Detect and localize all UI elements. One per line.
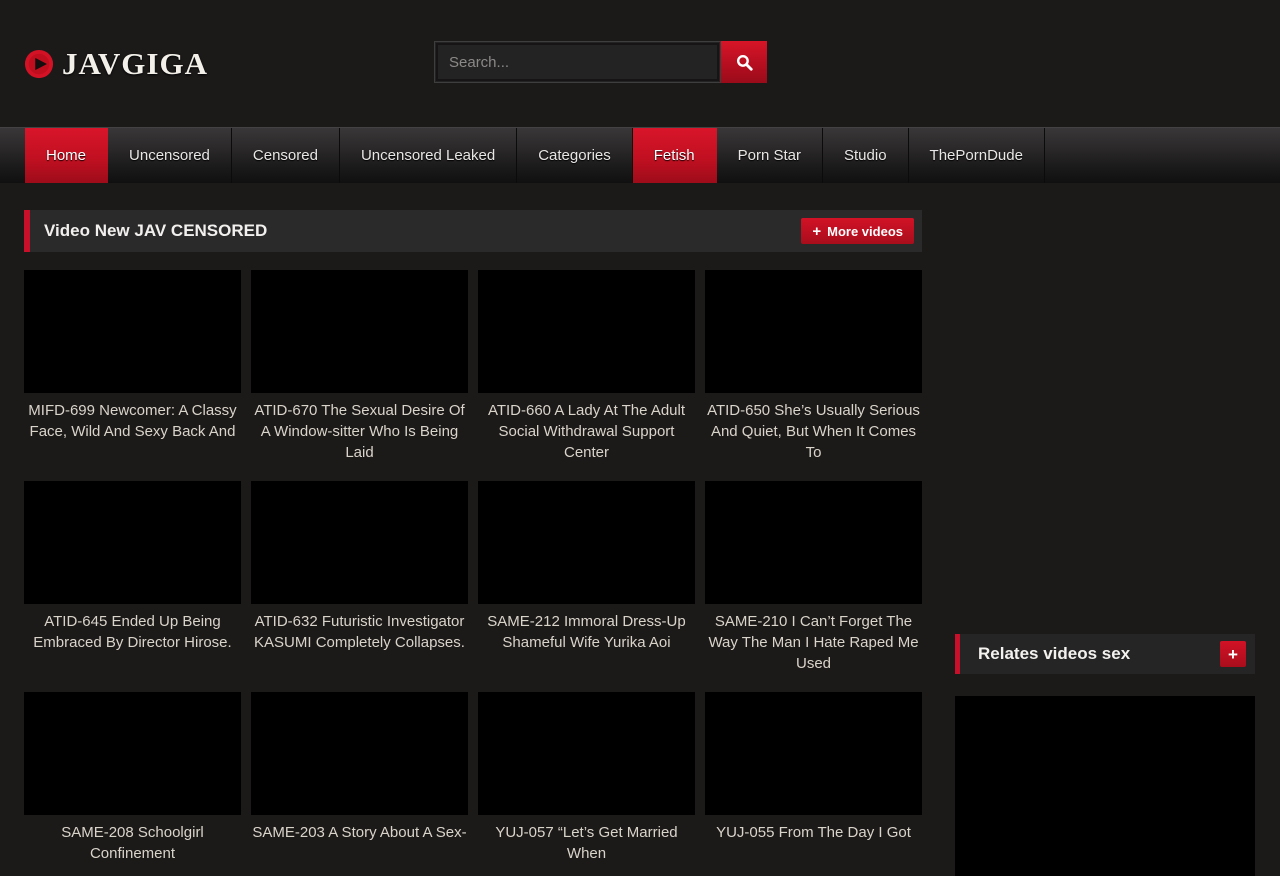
video-title[interactable]: SAME-212 Immoral Dress-Up Shameful Wife … — [478, 611, 695, 653]
video-title[interactable]: SAME-208 Schoolgirl Confinement — [24, 822, 241, 864]
video-card: ATID-660 A Lady At The Adult Social With… — [478, 270, 695, 463]
video-card: ATID-670 The Sexual Desire Of A Window-s… — [251, 270, 468, 463]
section-header: Video New JAV CENSORED + More videos — [24, 210, 922, 252]
nav-item-home[interactable]: Home — [25, 128, 108, 183]
more-videos-button[interactable]: + More videos — [801, 218, 914, 244]
nav-item-uncensored-leaked[interactable]: Uncensored Leaked — [340, 128, 517, 183]
video-thumbnail[interactable] — [251, 481, 468, 604]
nav-item-categories[interactable]: Categories — [517, 128, 633, 183]
sidebar-header: Relates videos sex + — [955, 634, 1255, 674]
video-card: ATID-632 Futuristic Investigator KASUMI … — [251, 481, 468, 674]
video-thumbnail[interactable] — [478, 692, 695, 815]
more-videos-label: More videos — [827, 224, 903, 239]
nav-item-porn-star[interactable]: Porn Star — [717, 128, 823, 183]
video-card: ATID-650 She’s Usually Serious And Quiet… — [705, 270, 922, 463]
video-card: YUJ-057 “Let’s Get Married When — [478, 692, 695, 864]
video-title[interactable]: YUJ-055 From The Day I Got — [705, 822, 922, 843]
video-card: SAME-210 I Can’t Forget The Way The Man … — [705, 481, 922, 674]
nav-item-uncensored[interactable]: Uncensored — [108, 128, 232, 183]
nav-item-censored[interactable]: Censored — [232, 128, 340, 183]
video-grid: MIFD-699 Newcomer: A Classy Face, Wild A… — [24, 270, 922, 864]
video-thumbnail[interactable] — [478, 270, 695, 393]
search-button[interactable] — [721, 41, 767, 83]
video-title[interactable]: YUJ-057 “Let’s Get Married When — [478, 822, 695, 864]
related-video-thumbnail[interactable] — [955, 696, 1255, 876]
video-card: ATID-645 Ended Up Being Embraced By Dire… — [24, 481, 241, 674]
video-thumbnail[interactable] — [24, 692, 241, 815]
plus-icon: + — [1228, 646, 1238, 663]
nav-item-theporndude[interactable]: ThePornDude — [909, 128, 1045, 183]
nav-item-studio[interactable]: Studio — [823, 128, 909, 183]
site-title: JAVGIGA — [62, 46, 208, 82]
search-input[interactable] — [434, 41, 721, 83]
video-title[interactable]: MIFD-699 Newcomer: A Classy Face, Wild A… — [24, 400, 241, 442]
video-title[interactable]: ATID-650 She’s Usually Serious And Quiet… — [705, 400, 922, 463]
plus-icon: + — [812, 224, 821, 239]
video-title[interactable]: ATID-645 Ended Up Being Embraced By Dire… — [24, 611, 241, 653]
sidebar: Relates videos sex + — [955, 634, 1255, 876]
sidebar-expand-button[interactable]: + — [1220, 641, 1246, 667]
nav-item-fetish[interactable]: Fetish — [633, 128, 717, 183]
video-thumbnail[interactable] — [24, 270, 241, 393]
video-title[interactable]: SAME-203 A Story About A Sex- — [251, 822, 468, 843]
video-card: SAME-203 A Story About A Sex- — [251, 692, 468, 864]
video-title[interactable]: ATID-670 The Sexual Desire Of A Window-s… — [251, 400, 468, 463]
video-title[interactable]: SAME-210 I Can’t Forget The Way The Man … — [705, 611, 922, 674]
video-thumbnail[interactable] — [705, 692, 922, 815]
video-thumbnail[interactable] — [251, 270, 468, 393]
magnifier-icon — [735, 53, 754, 72]
video-card: SAME-208 Schoolgirl Confinement — [24, 692, 241, 864]
section-title: Video New JAV CENSORED — [44, 221, 267, 241]
video-card: YUJ-055 From The Day I Got — [705, 692, 922, 864]
video-title[interactable]: ATID-632 Futuristic Investigator KASUMI … — [251, 611, 468, 653]
video-thumbnail[interactable] — [705, 270, 922, 393]
video-card: SAME-212 Immoral Dress-Up Shameful Wife … — [478, 481, 695, 674]
video-card: MIFD-699 Newcomer: A Classy Face, Wild A… — [24, 270, 241, 463]
video-title[interactable]: ATID-660 A Lady At The Adult Social With… — [478, 400, 695, 463]
logo[interactable]: JAVGIGA — [24, 46, 208, 82]
video-thumbnail[interactable] — [705, 481, 922, 604]
main-content: Video New JAV CENSORED + More videos MIF… — [24, 210, 922, 864]
play-circle-icon — [24, 49, 54, 79]
sidebar-title: Relates videos sex — [978, 644, 1220, 664]
video-thumbnail[interactable] — [24, 481, 241, 604]
main-nav: Home Uncensored Censored Uncensored Leak… — [0, 127, 1280, 183]
search-bar — [434, 41, 767, 83]
video-thumbnail[interactable] — [478, 481, 695, 604]
video-thumbnail[interactable] — [251, 692, 468, 815]
